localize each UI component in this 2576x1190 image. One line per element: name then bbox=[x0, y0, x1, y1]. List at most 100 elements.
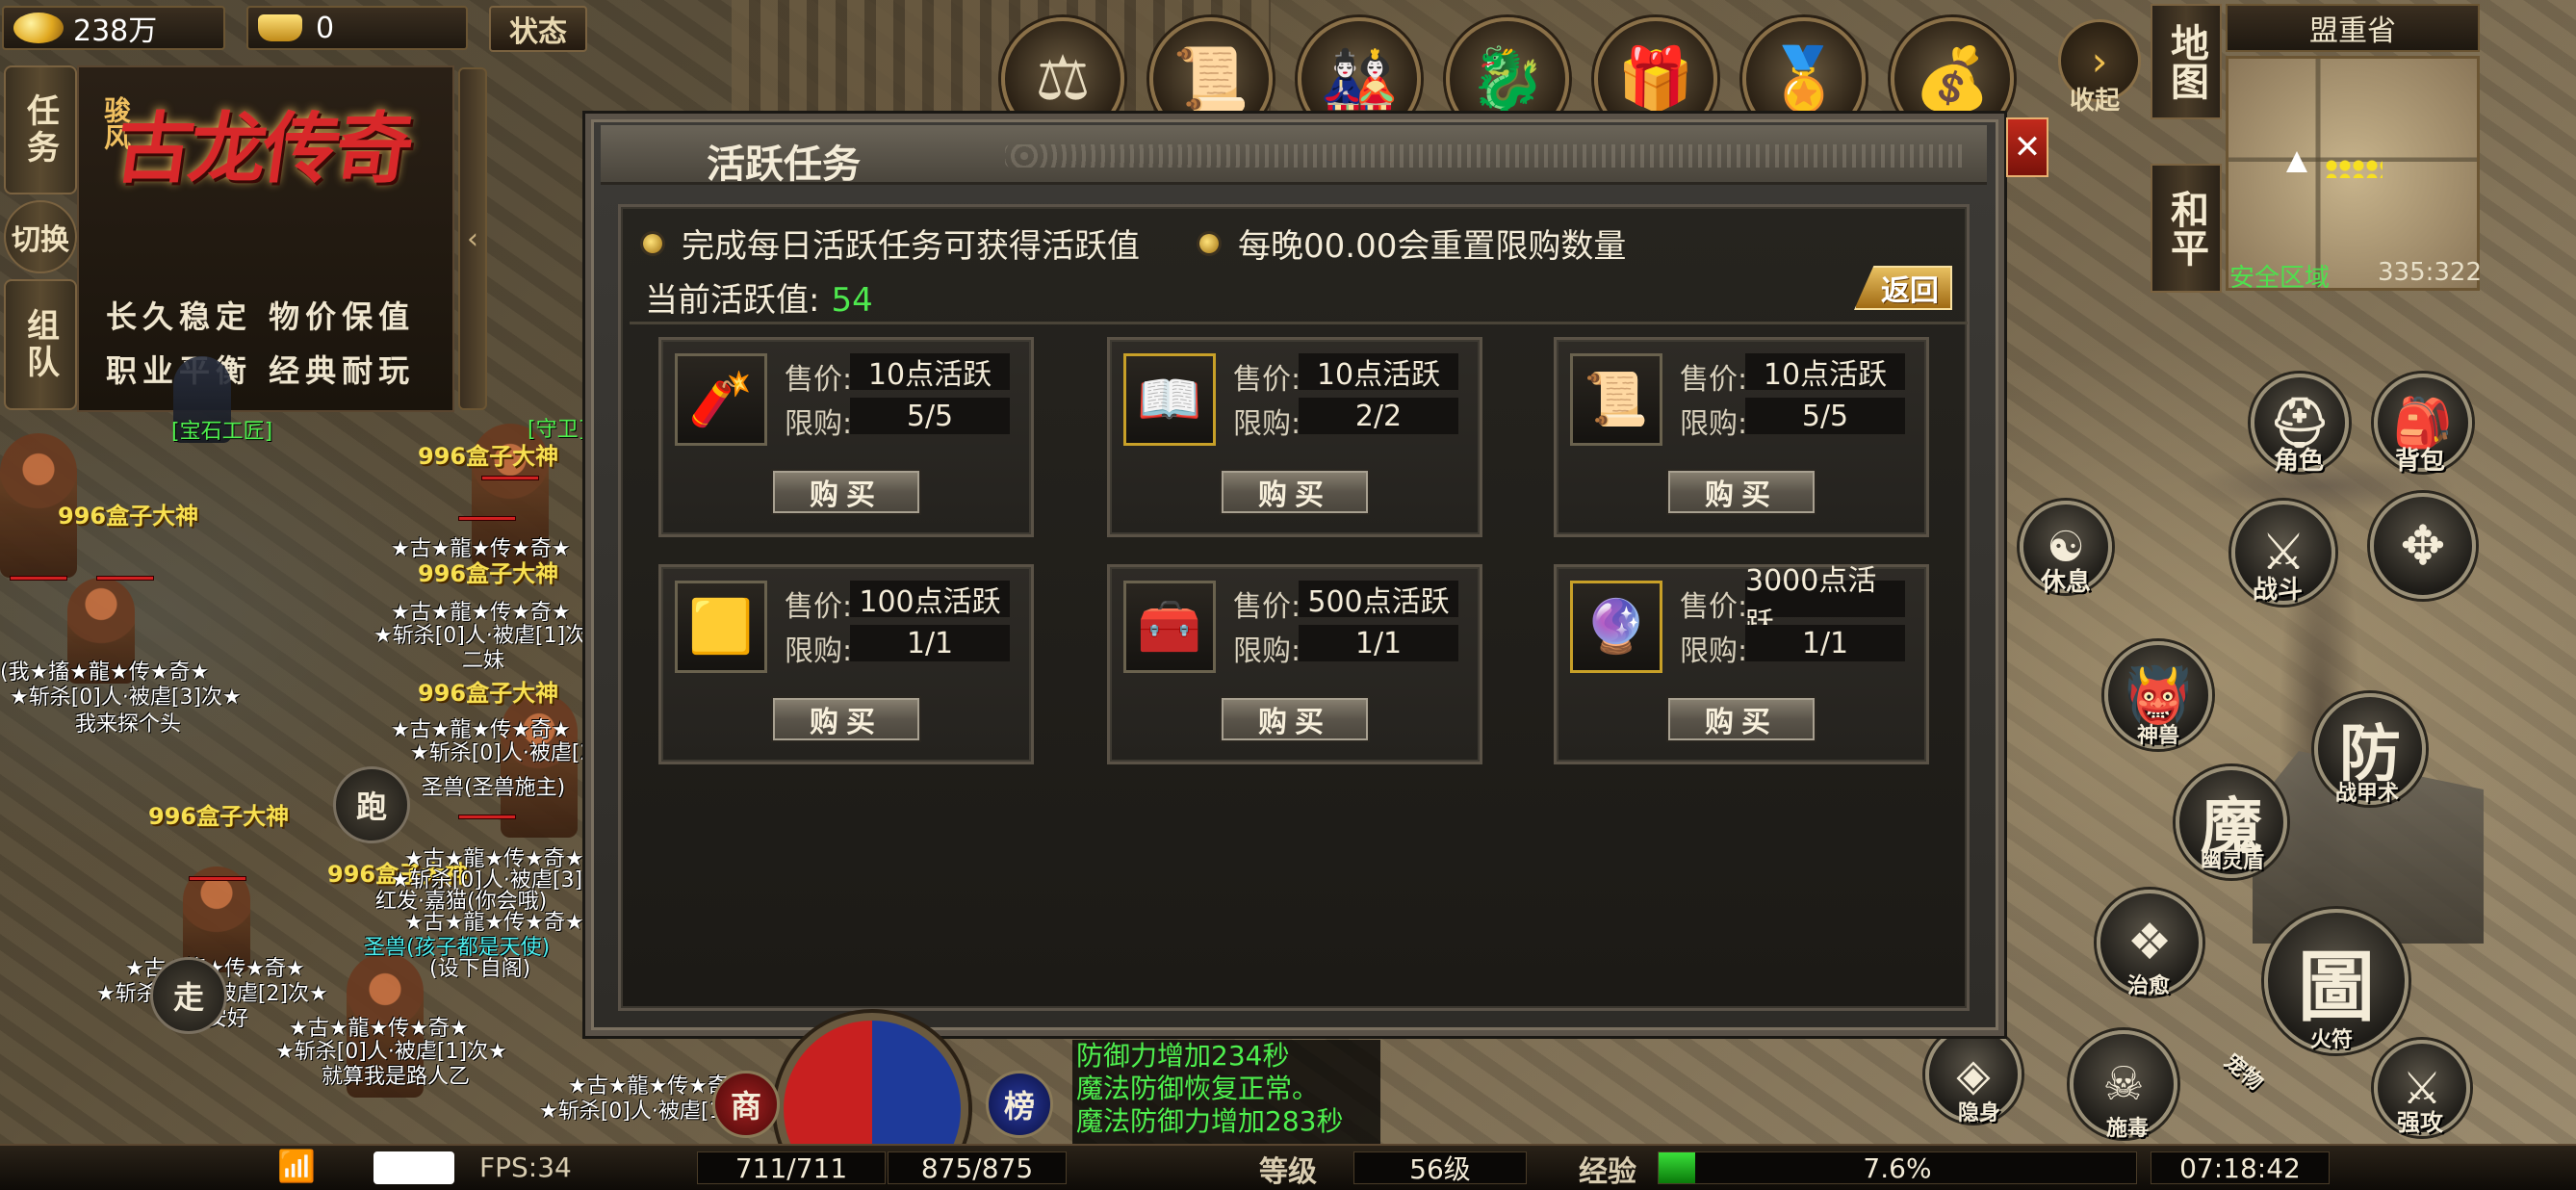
active-value-label: 当前活跃值: bbox=[645, 281, 820, 320]
status-button[interactable]: 状态 bbox=[489, 6, 587, 52]
chevron-right-icon: › bbox=[2091, 37, 2108, 85]
strong-attack-label: 强攻 bbox=[2397, 1109, 2443, 1136]
battery-icon bbox=[374, 1151, 454, 1184]
wifi-icon: 📶 bbox=[277, 1148, 316, 1184]
item-price: 100点活跃 bbox=[850, 581, 1010, 619]
bag-label: 背包 bbox=[2395, 447, 2446, 476]
player-title: (设下自阁) bbox=[429, 957, 531, 981]
shop-item-card: 🟨 售价: 100点活跃 限购: 1/1 购买 bbox=[658, 564, 1034, 764]
shop-item-card: 🔮 售价: 3000点活跃 限购: 1/1 购买 bbox=[1554, 564, 1929, 764]
price-label: 售价: bbox=[785, 590, 853, 624]
player-guild-line: ★古★龍★传★奇★ bbox=[391, 537, 571, 561]
close-button[interactable]: ✕ bbox=[2006, 117, 2048, 177]
crystal-scroll-icon[interactable]: 🔮 bbox=[1570, 581, 1662, 673]
item-price: 10点活跃 bbox=[850, 353, 1010, 392]
limit-label: 限购: bbox=[785, 634, 853, 668]
gold-bar-icon[interactable]: 🟨 bbox=[675, 581, 767, 673]
heal-icon: ❖ bbox=[2126, 914, 2173, 971]
exp-label: 经验 bbox=[1579, 1155, 1636, 1189]
chat-line: 魔法防御力增加283秒 bbox=[1076, 1105, 1344, 1137]
minimap-player-marker bbox=[2286, 151, 2307, 172]
player-chat: 二妹 bbox=[462, 649, 505, 673]
treasure-chest-icon[interactable]: 🧰 bbox=[1123, 581, 1216, 673]
ranking-button[interactable]: 榜 bbox=[986, 1071, 1053, 1138]
tab-map[interactable]: 地图 bbox=[2151, 4, 2222, 119]
coordinates: 335:322 bbox=[2378, 258, 2483, 287]
hide-label: 隐身 bbox=[1958, 1101, 2001, 1125]
minimap[interactable] bbox=[2226, 56, 2480, 291]
price-label: 售价: bbox=[785, 363, 853, 397]
minimap-region: 盟重省 bbox=[2226, 4, 2480, 52]
divider bbox=[630, 322, 1968, 324]
move-joystick[interactable]: ✥ bbox=[2370, 493, 2476, 599]
limit-label: 限购: bbox=[1233, 407, 1301, 441]
item-price: 3000点活跃 bbox=[1745, 564, 1905, 640]
defense-label: 战甲术 bbox=[2335, 782, 2400, 806]
info-note: 完成每日活跃任务可获得活跃值 bbox=[643, 220, 1140, 267]
mp-readout: 875/875 bbox=[888, 1151, 1067, 1184]
active-value-line: 当前活跃值: 54 bbox=[645, 273, 873, 321]
shop-button[interactable]: 商 bbox=[712, 1071, 780, 1138]
ingot-bar: 0 bbox=[246, 6, 468, 50]
logo-title: 古龙传奇 bbox=[110, 103, 416, 194]
header-ornament bbox=[1005, 144, 1968, 168]
player-title: 圣兽(圣兽施主) bbox=[422, 776, 566, 800]
gold-amount: 238万 bbox=[73, 14, 158, 48]
book-icon[interactable]: 📖 bbox=[1123, 353, 1216, 446]
move-arrows-icon: ✥ bbox=[2400, 514, 2446, 578]
player-name: 996盒子大神 bbox=[58, 503, 199, 530]
buy-button[interactable]: 购买 bbox=[1220, 696, 1370, 742]
buy-button[interactable]: 购买 bbox=[1666, 469, 1816, 515]
player-name: 996盒子大神 bbox=[418, 680, 559, 707]
player-chat: 我来探个头 bbox=[75, 712, 182, 737]
player-chat: 就算我是路人乙 bbox=[322, 1065, 471, 1089]
buy-button[interactable]: 购买 bbox=[771, 696, 921, 742]
info-note-text: 完成每日活跃任务可获得活跃值 bbox=[682, 227, 1140, 266]
price-label: 售价: bbox=[1680, 590, 1748, 624]
chevron-left-icon: ‹ bbox=[467, 221, 478, 256]
poison-label: 施毒 bbox=[2106, 1117, 2150, 1141]
scroll-icon[interactable]: 📜 bbox=[1570, 353, 1662, 446]
active-tasks-dialog: 活跃任务 完成每日活跃任务可获得活跃值 每晚00.00会重置限购数量 当前活跃值… bbox=[585, 114, 2004, 1036]
item-limit: 5/5 bbox=[850, 398, 1010, 434]
gold-coin-icon bbox=[13, 13, 64, 43]
shop-item-card: 🧰 售价: 500点活跃 限购: 1/1 购买 bbox=[1107, 564, 1482, 764]
item-price: 500点活跃 bbox=[1299, 581, 1458, 619]
hp-readout: 711/711 bbox=[697, 1151, 886, 1184]
run-button[interactable]: 跑 bbox=[333, 766, 410, 843]
item-limit: 1/1 bbox=[1299, 625, 1458, 661]
game-scene: 238万 0 状态 任务 切换 组队 骏风 古龙传奇 长久稳定 物价保值 职业平… bbox=[0, 0, 2576, 1190]
dialog-title: 活跃任务 bbox=[707, 142, 861, 187]
fight-label: 战斗 bbox=[2253, 576, 2304, 605]
limit-label: 限购: bbox=[1233, 634, 1301, 668]
exp-value: 7.6% bbox=[1863, 1151, 1932, 1184]
tab-team[interactable]: 组队 bbox=[4, 279, 77, 410]
item-limit: 2/2 bbox=[1299, 398, 1458, 434]
collapse-left-panel-button[interactable]: ‹ bbox=[458, 67, 487, 410]
buy-button[interactable]: 购买 bbox=[1220, 469, 1370, 515]
limit-label: 限购: bbox=[1680, 407, 1748, 441]
tab-task[interactable]: 任务 bbox=[4, 65, 77, 194]
bullet-icon bbox=[643, 233, 662, 253]
player-name: 996盒子大神 bbox=[148, 803, 290, 830]
tab-peace-mode[interactable]: 和平 bbox=[2151, 164, 2222, 293]
item-price: 10点活跃 bbox=[1745, 353, 1905, 392]
switch-button[interactable]: 切换 bbox=[4, 200, 77, 273]
dialog-header: 活跃任务 bbox=[601, 125, 1987, 187]
system-chat-log: 防御力增加234秒 魔法防御恢复正常。 魔法防御力增加283秒 bbox=[1072, 1040, 1380, 1144]
beast-label: 神兽 bbox=[2137, 724, 2180, 748]
item-limit: 1/1 bbox=[1745, 625, 1905, 661]
chat-line: 防御力增加234秒 bbox=[1076, 1040, 1290, 1072]
item-limit: 5/5 bbox=[1745, 398, 1905, 434]
item-price: 10点活跃 bbox=[1299, 353, 1458, 392]
role-label: 角色 bbox=[2274, 447, 2325, 476]
price-label: 售价: bbox=[1680, 363, 1748, 397]
buy-button[interactable]: 购买 bbox=[1666, 696, 1816, 742]
limit-label: 限购: bbox=[1680, 634, 1748, 668]
firecracker-icon[interactable]: 🧨 bbox=[675, 353, 767, 446]
walk-button[interactable]: 走 bbox=[150, 957, 227, 1034]
clock: 07:18:42 bbox=[2151, 1151, 2330, 1184]
buy-button[interactable]: 购买 bbox=[771, 469, 921, 515]
close-icon: ✕ bbox=[2013, 128, 2042, 167]
info-note-text: 每晚00.00会重置限购数量 bbox=[1238, 227, 1627, 266]
